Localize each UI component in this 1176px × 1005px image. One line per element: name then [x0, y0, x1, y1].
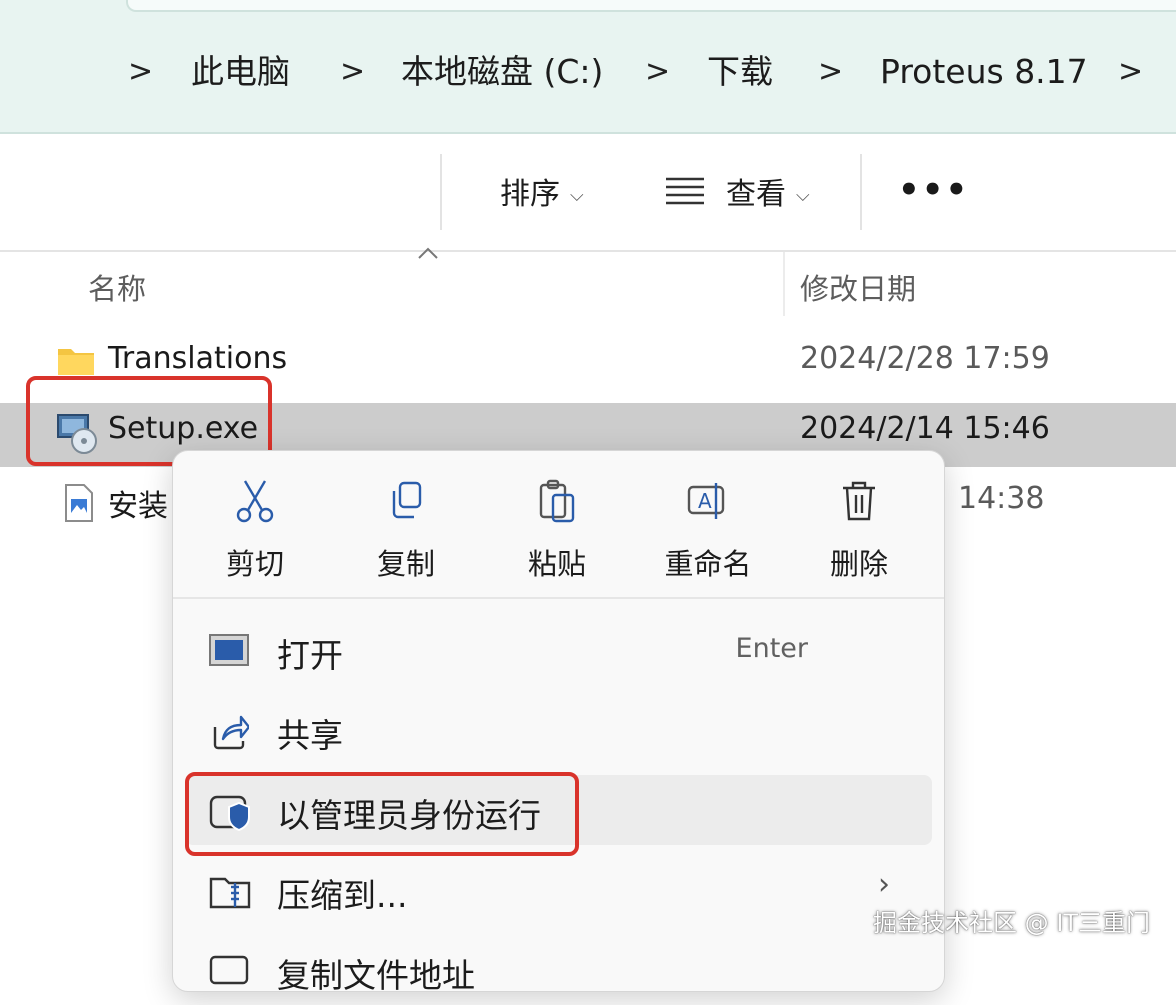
- highlight-box-run-as-admin: [185, 772, 579, 856]
- breadcrumb-this-pc[interactable]: 此电脑: [191, 46, 290, 98]
- menu-item-label: 共享: [277, 716, 343, 755]
- rename-icon: A: [686, 479, 730, 527]
- delete-label: 删除: [829, 547, 888, 581]
- file-name: 安装: [108, 489, 168, 524]
- trash-icon: [839, 479, 879, 527]
- command-bar: 排序 ⌵ 查看 ⌵ •••: [0, 134, 1176, 252]
- column-divider[interactable]: [783, 252, 785, 316]
- breadcrumb-separator[interactable]: >: [645, 46, 670, 98]
- sort-ascending-icon: [418, 247, 438, 259]
- open-icon: [209, 633, 249, 671]
- file-modified: 2024/2/28 17:59: [800, 341, 1050, 376]
- watermark: 掘金技术社区 @ IT三重门: [873, 909, 1150, 937]
- rename-label: 重命名: [664, 547, 752, 581]
- shortcut-text: Enter: [735, 633, 808, 664]
- breadcrumb-separator[interactable]: >: [818, 46, 843, 98]
- breadcrumb-local-disk[interactable]: 本地磁盘 (C:): [401, 46, 603, 98]
- view-button[interactable]: 查看 ⌵: [664, 170, 810, 220]
- chevron-down-icon: ⌵: [796, 184, 810, 206]
- context-menu: 剪切 复制 粘贴 A 重命名 删除 打开 Enter 共享 以管理员身份运行 压…: [172, 450, 945, 995]
- menu-item-compress[interactable]: 压缩到... ›: [185, 855, 932, 925]
- toolbar-divider: [860, 154, 862, 230]
- copy-label: 复制: [376, 547, 435, 581]
- breadcrumb: > 此电脑 > 本地磁盘 (C:) > 下载 > Proteus 8.17 >: [0, 46, 1176, 98]
- file-name: Translations: [108, 341, 288, 376]
- paste-label: 粘贴: [527, 547, 586, 581]
- image-file-icon: [64, 483, 94, 527]
- breadcrumb-separator[interactable]: >: [340, 46, 365, 98]
- share-icon: [209, 713, 251, 755]
- breadcrumb-proteus[interactable]: Proteus 8.17: [880, 46, 1088, 98]
- file-modified: 2024/2/14 15:46: [800, 411, 1050, 446]
- paste-icon: [537, 479, 577, 529]
- cut-button[interactable]: 剪切: [185, 451, 325, 597]
- menu-separator: [173, 597, 944, 599]
- cut-label: 剪切: [225, 547, 284, 581]
- menu-item-label: 打开: [277, 636, 343, 675]
- rename-button[interactable]: A 重命名: [638, 451, 778, 597]
- menu-item-share[interactable]: 共享: [185, 695, 932, 765]
- breadcrumb-separator[interactable]: >: [1118, 46, 1143, 98]
- menu-item-copy-path[interactable]: 复制文件地址: [185, 935, 932, 1005]
- menu-item-label: 复制文件地址: [277, 956, 475, 995]
- search-box-edge[interactable]: [126, 0, 1176, 12]
- column-header-modified[interactable]: 修改日期: [800, 266, 916, 308]
- breadcrumb-separator[interactable]: >: [128, 46, 153, 98]
- view-list-icon: [664, 171, 706, 221]
- more-options-button[interactable]: •••: [898, 170, 967, 220]
- file-modified: 14:38: [958, 481, 1045, 516]
- menu-item-open[interactable]: 打开 Enter: [185, 615, 932, 685]
- address-bar-region: > 此电脑 > 本地磁盘 (C:) > 下载 > Proteus 8.17 >: [0, 0, 1176, 134]
- scissors-icon: [235, 479, 275, 529]
- view-label: 查看: [726, 177, 786, 212]
- breadcrumb-downloads[interactable]: 下载: [707, 46, 773, 98]
- sort-label: 排序: [500, 177, 560, 212]
- copy-path-icon: [209, 953, 249, 991]
- copy-button[interactable]: 复制: [336, 451, 476, 597]
- paste-button[interactable]: 粘贴: [487, 451, 627, 597]
- menu-item-label: 压缩到...: [277, 876, 408, 915]
- zip-icon: [209, 873, 251, 915]
- delete-button[interactable]: 删除: [789, 451, 929, 597]
- copy-icon: [386, 479, 426, 527]
- sort-button[interactable]: 排序 ⌵: [500, 170, 584, 220]
- svg-text:A: A: [698, 489, 712, 513]
- chevron-down-icon: ⌵: [570, 184, 584, 206]
- chevron-right-icon: ›: [878, 867, 890, 902]
- toolbar-divider: [440, 154, 442, 230]
- column-header-name[interactable]: 名称: [88, 266, 146, 308]
